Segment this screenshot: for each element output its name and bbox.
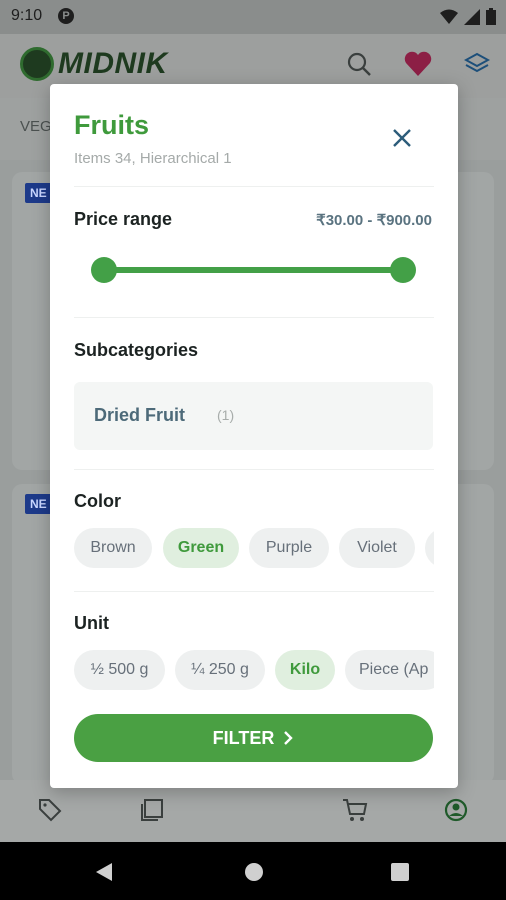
system-icons (440, 8, 496, 25)
chevron-right-icon (284, 731, 294, 745)
new-badge: NE (25, 183, 52, 203)
price-slider-max-handle[interactable] (390, 257, 416, 283)
logo-mark-icon (20, 47, 54, 81)
catalog-icon (141, 799, 163, 821)
unit-chip-kilo[interactable]: Kilo (275, 650, 335, 690)
subcategories-label: Subcategories (74, 340, 199, 360)
layers-icon[interactable] (464, 51, 490, 77)
close-icon[interactable] (388, 124, 416, 152)
home-icon[interactable] (244, 862, 264, 882)
divider (74, 317, 434, 318)
filter-dialog: Fruits Items 34, Hierarchical 1 Price ra… (50, 84, 458, 788)
recents-icon[interactable] (390, 862, 410, 882)
signal-icon (464, 8, 480, 25)
price-slider-track[interactable] (104, 267, 403, 273)
search-icon[interactable] (346, 51, 372, 77)
filter-button-label: FILTER (212, 727, 275, 748)
unit-chip-row: ½ 500 g ¼ 250 g Kilo Piece (Ap (74, 650, 434, 690)
unit-chip-500g[interactable]: ½ 500 g (74, 650, 165, 690)
status-time: 9:10 (11, 7, 43, 24)
heart-icon[interactable] (404, 51, 432, 77)
new-badge: NE (25, 494, 52, 514)
notification-icon: P (58, 8, 74, 24)
price-range-value: ₹30.00 - ₹900.00 (316, 212, 432, 229)
price-slider-min-handle[interactable] (91, 257, 117, 283)
subcategory-name: Dried Fruit (94, 405, 186, 425)
unit-label: Unit (74, 613, 109, 633)
battery-icon (486, 8, 496, 25)
price-range-label: Price range (74, 209, 173, 229)
tag-icon (39, 799, 62, 822)
color-label: Color (74, 491, 121, 511)
color-chip-more[interactable] (425, 528, 434, 568)
bottom-nav (0, 780, 506, 842)
filter-button[interactable]: FILTER (74, 714, 433, 762)
divider (74, 186, 434, 187)
system-nav-bar (0, 842, 506, 900)
subcategory-item[interactable]: Dried Fruit (1) (74, 382, 433, 450)
color-chip-row: Brown Green Purple Violet (74, 528, 434, 568)
app-logo: MIDNIK (20, 47, 168, 81)
divider (74, 469, 434, 470)
divider (74, 591, 434, 592)
color-chip-violet[interactable]: Violet (339, 528, 415, 568)
logo-text: MIDNIK (58, 47, 168, 80)
profile-icon (444, 798, 468, 822)
subcategory-count: (1) (217, 407, 235, 423)
wifi-icon (440, 9, 458, 24)
dialog-subtitle: Items 34, Hierarchical 1 (74, 150, 232, 167)
cart-icon (343, 799, 368, 821)
back-icon[interactable] (94, 862, 114, 882)
dialog-title: Fruits (74, 110, 150, 140)
unit-chip-piece[interactable]: Piece (Ap (345, 650, 434, 690)
tab-partial: VEG (20, 118, 52, 135)
color-chip-green[interactable]: Green (163, 528, 239, 568)
color-chip-brown[interactable]: Brown (74, 528, 152, 568)
color-chip-purple[interactable]: Purple (249, 528, 329, 568)
status-bar: 9:10 P (0, 0, 506, 34)
unit-chip-250g[interactable]: ¼ 250 g (175, 650, 265, 690)
